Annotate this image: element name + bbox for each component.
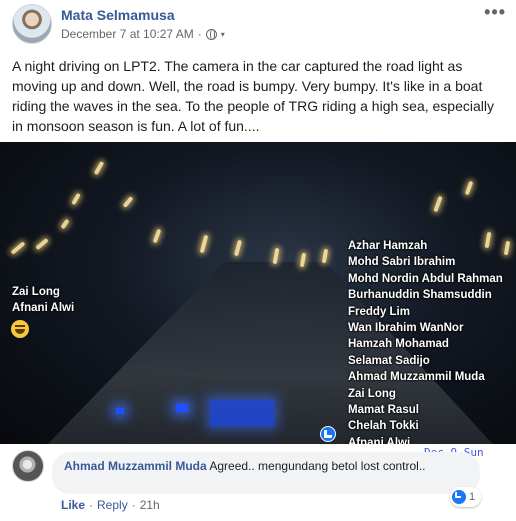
- photo-tag[interactable]: Ahmad Muzzammil Muda: [348, 369, 503, 385]
- photo-tag[interactable]: Hamzah Mohamad: [348, 336, 503, 352]
- comment-actions: Like · Reply · 21h: [61, 498, 160, 512]
- globe-icon[interactable]: [205, 28, 217, 40]
- photo-tag[interactable]: Zai Long: [12, 284, 74, 300]
- photo-tag[interactable]: Zai Long: [348, 386, 503, 402]
- photo-tags-left: Zai Long Afnani Alwi: [12, 284, 74, 317]
- dashboard-light: [116, 408, 124, 414]
- author-avatar[interactable]: [12, 4, 52, 44]
- light-streak: [152, 228, 162, 244]
- more-options-icon[interactable]: •••: [484, 2, 506, 23]
- light-streak: [321, 248, 329, 264]
- light-streak: [233, 239, 243, 257]
- photo-tag[interactable]: Mamat Rasul: [348, 402, 503, 418]
- light-streak: [464, 180, 474, 196]
- photo-tags-right: Azhar Hamzah Mohd Sabri Ibrahim Mohd Nor…: [348, 238, 503, 444]
- dashboard-light: [176, 404, 188, 412]
- post-photo[interactable]: Zai Long Afnani Alwi Azhar Hamzah Mohd S…: [0, 142, 516, 444]
- photo-tag[interactable]: Afnani Alwi: [348, 435, 503, 444]
- photo-tag[interactable]: Mohd Nordin Abdul Rahman: [348, 271, 503, 287]
- comment-bubble: Ahmad Muzzammil Muda Agreed.. mengundang…: [52, 452, 480, 494]
- post-author-name[interactable]: Mata Selmamusa: [61, 7, 175, 23]
- light-streak: [35, 237, 49, 251]
- photo-tag[interactable]: Azhar Hamzah: [348, 238, 503, 254]
- light-streak: [503, 240, 511, 256]
- light-streak: [93, 160, 105, 176]
- comment-author[interactable]: Ahmad Muzzammil Muda: [64, 459, 207, 473]
- reaction-count: 1: [469, 491, 476, 503]
- light-streak: [71, 192, 81, 206]
- like-icon: [452, 490, 466, 504]
- comment-time[interactable]: 21h: [140, 498, 160, 512]
- post-meta: December 7 at 10:27 AM · ▾: [61, 27, 225, 41]
- post-text: A night driving on LPT2. The camera in t…: [12, 58, 494, 134]
- photo-tag[interactable]: Wan Ibrahim WanNor: [348, 320, 503, 336]
- commenter-avatar[interactable]: [12, 450, 44, 482]
- light-streak: [272, 247, 280, 265]
- photo-tag[interactable]: Chelah Tokki: [348, 418, 503, 434]
- meta-separator: ·: [197, 27, 202, 41]
- like-button[interactable]: Like: [61, 498, 85, 512]
- light-streak: [10, 241, 26, 255]
- action-separator: ·: [89, 498, 94, 512]
- photo-tag[interactable]: Mohd Sabri Ibrahim: [348, 254, 503, 270]
- photo-tag[interactable]: Selamat Sadijo: [348, 353, 503, 369]
- comment-reactions[interactable]: 1: [450, 487, 482, 507]
- chevron-down-icon[interactable]: ▾: [221, 30, 225, 39]
- photo-tag[interactable]: Afnani Alwi: [12, 300, 74, 316]
- laughing-emoji-icon: [11, 320, 29, 338]
- comment-text: Agreed.. mengundang betol lost control..: [206, 459, 426, 473]
- photo-tag[interactable]: Freddy Lim: [348, 304, 503, 320]
- dashboard-light: [210, 400, 274, 426]
- light-streak: [122, 196, 134, 208]
- light-streak: [60, 218, 70, 230]
- post-timestamp[interactable]: December 7 at 10:27 AM: [61, 27, 194, 41]
- action-separator: ·: [131, 498, 136, 512]
- like-icon: [320, 426, 336, 442]
- reply-button[interactable]: Reply: [97, 498, 128, 512]
- light-streak: [199, 234, 209, 254]
- photo-tag[interactable]: Burhanuddin Shamsuddin: [348, 287, 503, 303]
- light-streak: [433, 195, 443, 213]
